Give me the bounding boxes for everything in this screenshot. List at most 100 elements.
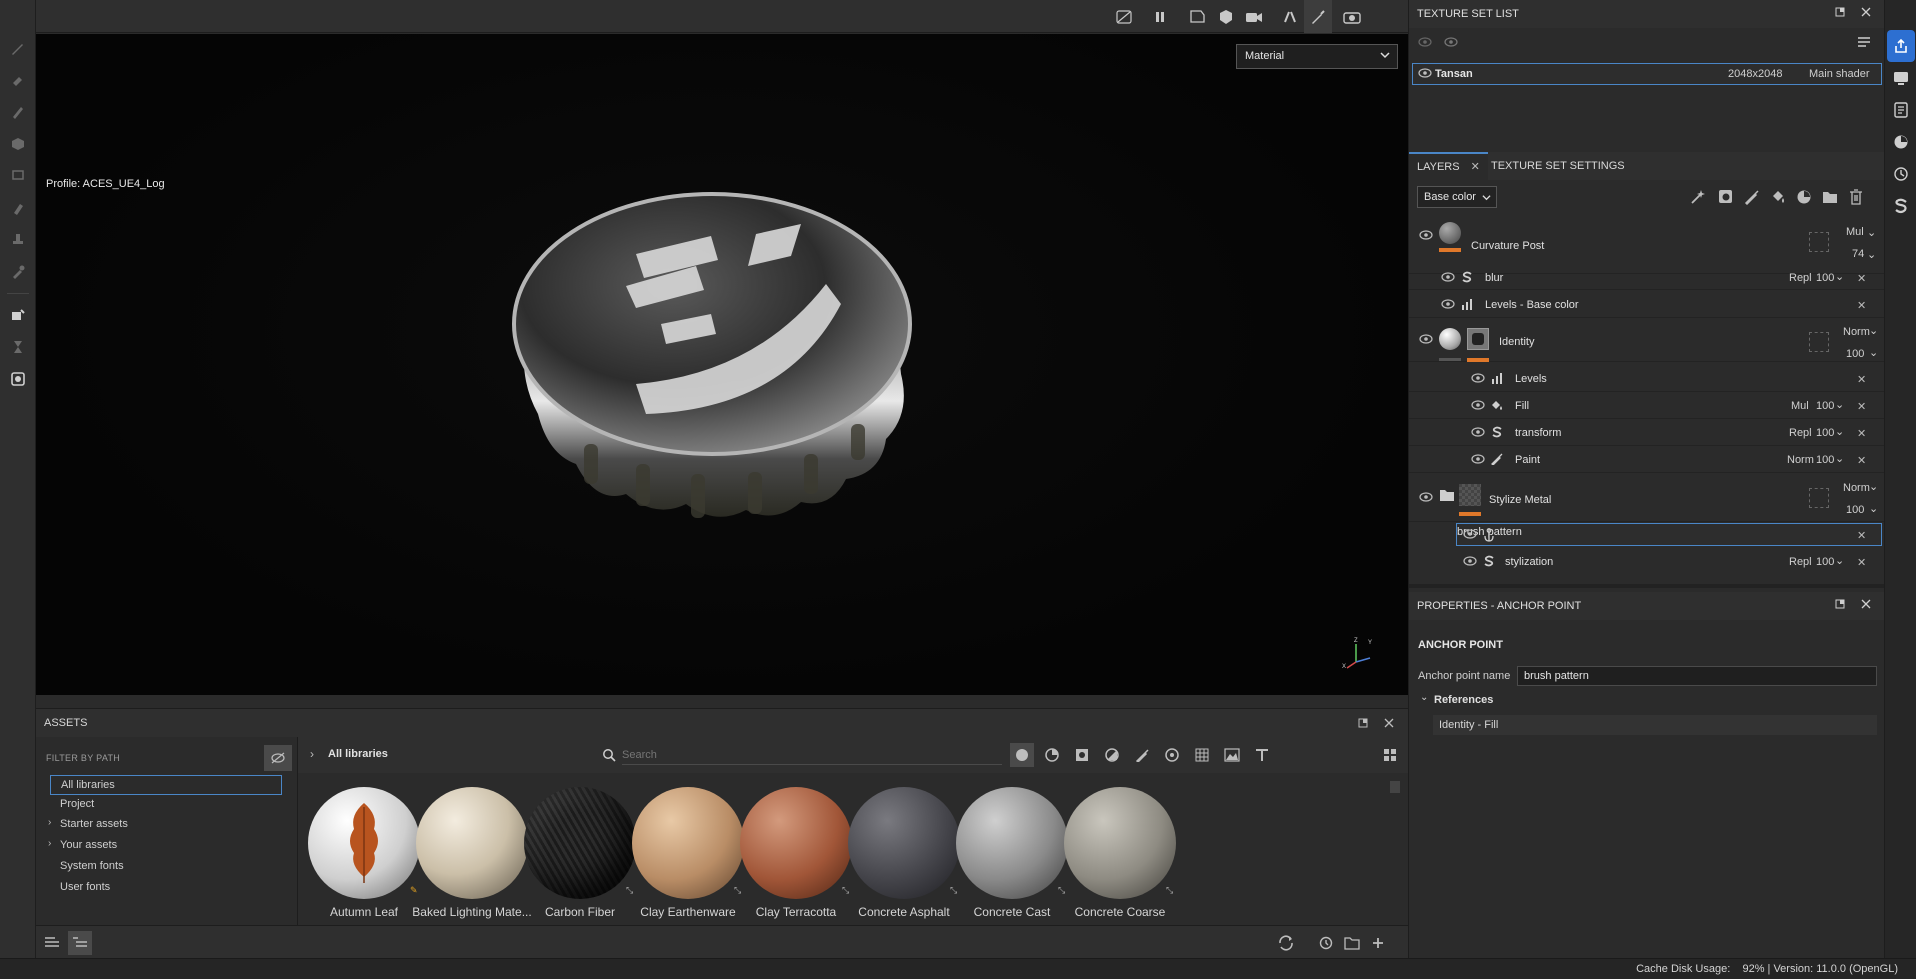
blend-mode[interactable]: Mul bbox=[1791, 400, 1809, 412]
anchor-point-name-input[interactable]: brush pattern bbox=[1517, 666, 1877, 686]
opacity-value[interactable]: 100 bbox=[1846, 348, 1864, 360]
eye-icon[interactable] bbox=[1471, 373, 1487, 385]
view-3d-cube-icon[interactable] bbox=[1212, 0, 1240, 33]
tree-item-system-fonts[interactable]: System fonts bbox=[50, 857, 282, 877]
hourglass-icon[interactable] bbox=[0, 331, 36, 363]
eye-icon[interactable] bbox=[1419, 334, 1435, 346]
effect-blur[interactable]: blur Repl 100 ⌄ ✕ bbox=[1409, 266, 1885, 290]
export-icon[interactable] bbox=[1887, 30, 1915, 62]
3d-viewport[interactable]: Profile: ACES_UE4_Log Material Z Y X bbox=[36, 34, 1408, 695]
opacity-value[interactable]: 100 bbox=[1846, 504, 1864, 516]
add-paint-layer-icon[interactable] bbox=[1741, 188, 1763, 206]
chevron-down-icon[interactable]: ⌄ bbox=[1420, 692, 1428, 703]
tab-layers[interactable]: LAYERS ✕ bbox=[1409, 152, 1488, 180]
opacity-value[interactable]: 100 bbox=[1816, 400, 1834, 412]
tree-item-user-fonts[interactable]: User fonts bbox=[50, 878, 282, 898]
chevron-right-icon[interactable]: › bbox=[48, 838, 51, 849]
opacity-value[interactable]: 100 bbox=[1816, 427, 1834, 439]
chevron-down-icon[interactable]: ⌄ bbox=[1869, 324, 1878, 337]
add-mask-icon[interactable] bbox=[1715, 188, 1737, 206]
blend-mode[interactable]: Mul bbox=[1846, 226, 1864, 238]
remove-icon[interactable]: ✕ bbox=[1857, 454, 1866, 467]
tree-item-starter-assets[interactable]: › Starter assets bbox=[48, 815, 282, 835]
chevron-down-icon[interactable]: ⌄ bbox=[1835, 452, 1844, 465]
chevron-right-icon[interactable]: › bbox=[48, 817, 51, 828]
remove-icon[interactable]: ✕ bbox=[1857, 556, 1866, 569]
hide-all-eye-icon[interactable] bbox=[1417, 36, 1433, 48]
tab-texture-set-settings[interactable]: TEXTURE SET SETTINGS bbox=[1483, 152, 1633, 180]
grid-view-icon[interactable] bbox=[1378, 743, 1402, 767]
close-icon[interactable] bbox=[1861, 7, 1871, 17]
smart-materials-filter-icon[interactable] bbox=[1040, 743, 1064, 767]
materials-filter-icon[interactable] bbox=[1010, 743, 1034, 767]
effect-transform[interactable]: transform Repl 100 ⌄ ✕ bbox=[1409, 420, 1885, 446]
chevron-down-icon[interactable]: ⌄ bbox=[1835, 398, 1844, 411]
eye-icon[interactable] bbox=[1463, 529, 1479, 541]
effect-fill[interactable]: Fill Mul 100 ⌄ ✕ bbox=[1409, 393, 1885, 419]
filters-filter-icon[interactable] bbox=[1100, 743, 1124, 767]
history-icon[interactable] bbox=[1885, 158, 1916, 190]
clone-tool-icon[interactable] bbox=[0, 192, 36, 224]
paint-mode-brush-icon[interactable] bbox=[1304, 0, 1332, 33]
texture-set-row[interactable]: Tansan 2048x2048 Main shader bbox=[1412, 63, 1882, 85]
tree-item-all-libraries[interactable]: All libraries bbox=[50, 775, 282, 795]
effect-levels[interactable]: Levels ✕ bbox=[1409, 366, 1885, 392]
scrollbar-handle[interactable] bbox=[1390, 781, 1400, 793]
textures-filter-icon[interactable] bbox=[1190, 743, 1214, 767]
show-all-eye-icon[interactable] bbox=[1443, 36, 1459, 48]
chevron-down-icon[interactable]: ⌄ bbox=[1835, 270, 1844, 283]
undock-icon[interactable] bbox=[1835, 599, 1845, 609]
chevron-down-icon[interactable]: ⌄ bbox=[1835, 425, 1844, 438]
alphas-filter-icon[interactable] bbox=[1160, 743, 1184, 767]
add-smart-material-icon[interactable] bbox=[1793, 188, 1815, 206]
chevron-down-icon[interactable]: ⌄ bbox=[1835, 554, 1844, 567]
asset-thumbnail[interactable]: ⤡ Concrete Coarse bbox=[1054, 781, 1186, 925]
tree-view-icon[interactable] bbox=[68, 931, 92, 955]
blend-mode[interactable]: Norm bbox=[1843, 482, 1870, 494]
hidden-assets-toggle-icon[interactable] bbox=[264, 745, 292, 771]
add-folder-icon[interactable] bbox=[1819, 188, 1841, 206]
eraser-tool-icon[interactable] bbox=[0, 64, 36, 96]
eye-icon[interactable] bbox=[1441, 299, 1457, 311]
delete-layer-icon[interactable] bbox=[1845, 188, 1867, 206]
layer-curvature-post[interactable]: Curvature Post Mul ⌄ 74 ⌄ bbox=[1409, 214, 1885, 274]
eye-icon[interactable] bbox=[1471, 427, 1487, 439]
hide-ui-icon[interactable] bbox=[1110, 0, 1138, 33]
list-view-icon[interactable] bbox=[40, 931, 64, 955]
search-input[interactable] bbox=[622, 745, 1002, 765]
screenshot-camera-icon[interactable] bbox=[1338, 0, 1366, 33]
channel-select[interactable]: Base color bbox=[1417, 186, 1497, 208]
blend-mode[interactable]: Repl bbox=[1789, 272, 1812, 284]
display-icon[interactable] bbox=[1885, 62, 1916, 94]
import-folder-icon[interactable] bbox=[1340, 931, 1364, 955]
color-picker-icon[interactable] bbox=[0, 256, 36, 288]
substance-s-icon[interactable] bbox=[1885, 190, 1916, 222]
chevron-right-icon[interactable]: › bbox=[310, 747, 314, 761]
fonts-filter-icon[interactable] bbox=[1250, 743, 1274, 767]
paint-brush-tool-icon[interactable] bbox=[0, 32, 36, 64]
viewport-mode-select[interactable]: Material bbox=[1236, 44, 1398, 69]
opacity-value[interactable]: 100 bbox=[1816, 454, 1834, 466]
eye-icon[interactable] bbox=[1471, 454, 1487, 466]
tree-item-project[interactable]: Project bbox=[50, 795, 282, 815]
remove-icon[interactable]: ✕ bbox=[1857, 427, 1866, 440]
effect-levels-base-color[interactable]: Levels - Base color ✕ bbox=[1409, 292, 1885, 318]
add-icon[interactable] bbox=[1366, 931, 1390, 955]
add-fill-layer-icon[interactable] bbox=[1767, 188, 1789, 206]
geometry-fill-icon[interactable] bbox=[0, 128, 36, 160]
eye-icon[interactable] bbox=[1418, 68, 1434, 80]
shader-settings-icon[interactable] bbox=[1885, 126, 1916, 158]
bake-icon[interactable] bbox=[0, 299, 36, 331]
close-icon[interactable]: ✕ bbox=[1471, 161, 1480, 173]
display-settings-icon[interactable] bbox=[0, 363, 36, 395]
smudge-tool-icon[interactable] bbox=[0, 160, 36, 192]
chevron-down-icon[interactable]: ⌄ bbox=[1869, 480, 1878, 493]
close-icon[interactable] bbox=[1382, 716, 1396, 730]
opacity-value[interactable]: 74 bbox=[1852, 248, 1864, 260]
eye-icon[interactable] bbox=[1463, 556, 1479, 568]
masks-filter-icon[interactable] bbox=[1070, 743, 1094, 767]
projection-tool-icon[interactable] bbox=[0, 96, 36, 128]
history-icon[interactable] bbox=[1314, 931, 1338, 955]
camera-icon[interactable] bbox=[1240, 0, 1268, 33]
close-icon[interactable] bbox=[1861, 599, 1871, 609]
